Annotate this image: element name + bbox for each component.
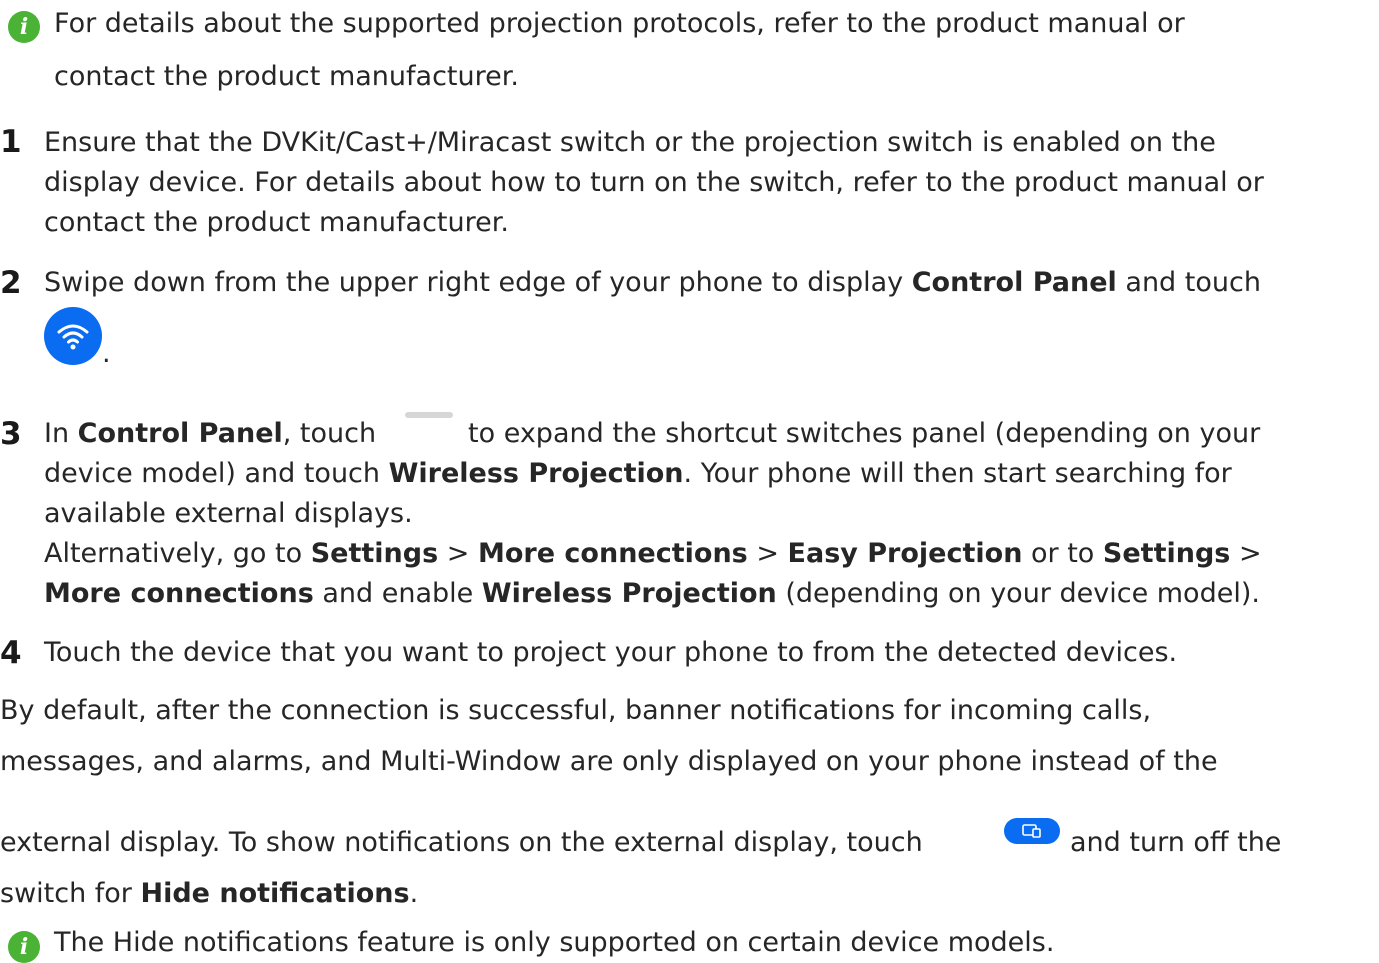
step2-line1: Swipe down from the upper right edge of … xyxy=(44,267,1261,298)
note-text-line1: For details about the supported projecti… xyxy=(54,8,1185,39)
easy-projection-label: Easy Projection xyxy=(787,538,1023,569)
info-icon: i xyxy=(8,11,40,43)
step3-text: or to xyxy=(1022,538,1103,569)
note-text-line2: contact the product manufacturer. xyxy=(54,61,519,92)
para-line4: switch for Hide notifications. xyxy=(0,878,418,909)
note2-text: The Hide notifications feature is only s… xyxy=(54,927,1055,958)
step3-text: and enable xyxy=(313,578,482,609)
step3-text: In xyxy=(44,418,78,449)
projection-icon xyxy=(1022,824,1041,838)
step3-line4: Alternatively, go to Settings > More con… xyxy=(44,538,1262,569)
wifi-icon xyxy=(57,324,89,350)
info-icon: i xyxy=(8,931,40,963)
more-connections-label: More connections xyxy=(477,538,748,569)
step3-text: device model) and touch xyxy=(44,458,389,489)
step4-text: Touch the device that you want to projec… xyxy=(44,637,1178,668)
step3-text: > xyxy=(747,538,788,569)
para-line1: By default, after the connection is succ… xyxy=(0,695,1152,726)
step2-period: . xyxy=(102,338,111,369)
settings-label: Settings xyxy=(1102,538,1231,569)
step3-line1-a: In Control Panel, touch xyxy=(44,418,376,449)
settings-label: Settings xyxy=(310,538,439,569)
step3-line3: available external displays. xyxy=(44,498,413,529)
step1-line1: Ensure that the DVKit/Cast+/Miracast swi… xyxy=(44,127,1216,158)
step3-text: (depending on your device model). xyxy=(776,578,1260,609)
step2-text-a: Swipe down from the upper right edge of … xyxy=(44,267,912,298)
wireless-projection-label: Wireless Projection xyxy=(481,578,777,609)
step-number-1: 1 xyxy=(0,124,22,160)
control-panel-label: Control Panel xyxy=(911,267,1117,298)
step3-text: , touch xyxy=(282,418,377,449)
wifi-button[interactable] xyxy=(44,307,102,365)
para-line3-a: external display. To show notifications … xyxy=(0,827,923,858)
para-text: switch for xyxy=(0,878,141,909)
wireless-projection-label: Wireless Projection xyxy=(388,458,684,489)
step3-line5: More connections and enable Wireless Pro… xyxy=(44,578,1260,609)
para-text: . xyxy=(409,878,419,909)
more-connections-label: More connections xyxy=(44,578,314,609)
control-panel-label: Control Panel xyxy=(77,418,283,449)
step-number-4: 4 xyxy=(0,635,22,671)
step2-text-b: and touch xyxy=(1116,267,1261,298)
para-line2: messages, and alarms, and Multi-Window a… xyxy=(0,746,1218,777)
step1-line3: contact the product manufacturer. xyxy=(44,207,509,238)
step3-line1-c: to expand the shortcut switches panel (d… xyxy=(468,418,1261,449)
expand-handle-icon[interactable] xyxy=(405,412,453,418)
projection-settings-button[interactable] xyxy=(1004,818,1060,844)
step3-text: > xyxy=(1230,538,1262,569)
hide-notifications-label: Hide notifications xyxy=(140,878,410,909)
step3-text: > xyxy=(438,538,478,569)
step3-line2: device model) and touch Wireless Project… xyxy=(44,458,1232,489)
step3-text: Alternatively, go to xyxy=(44,538,311,569)
step1-line2: display device. For details about how to… xyxy=(44,167,1264,198)
step3-text: . Your phone will then start searching f… xyxy=(683,458,1232,489)
step-number-2: 2 xyxy=(0,265,22,301)
para-line3-b: and turn off the xyxy=(1070,827,1282,858)
step-number-3: 3 xyxy=(0,416,22,452)
